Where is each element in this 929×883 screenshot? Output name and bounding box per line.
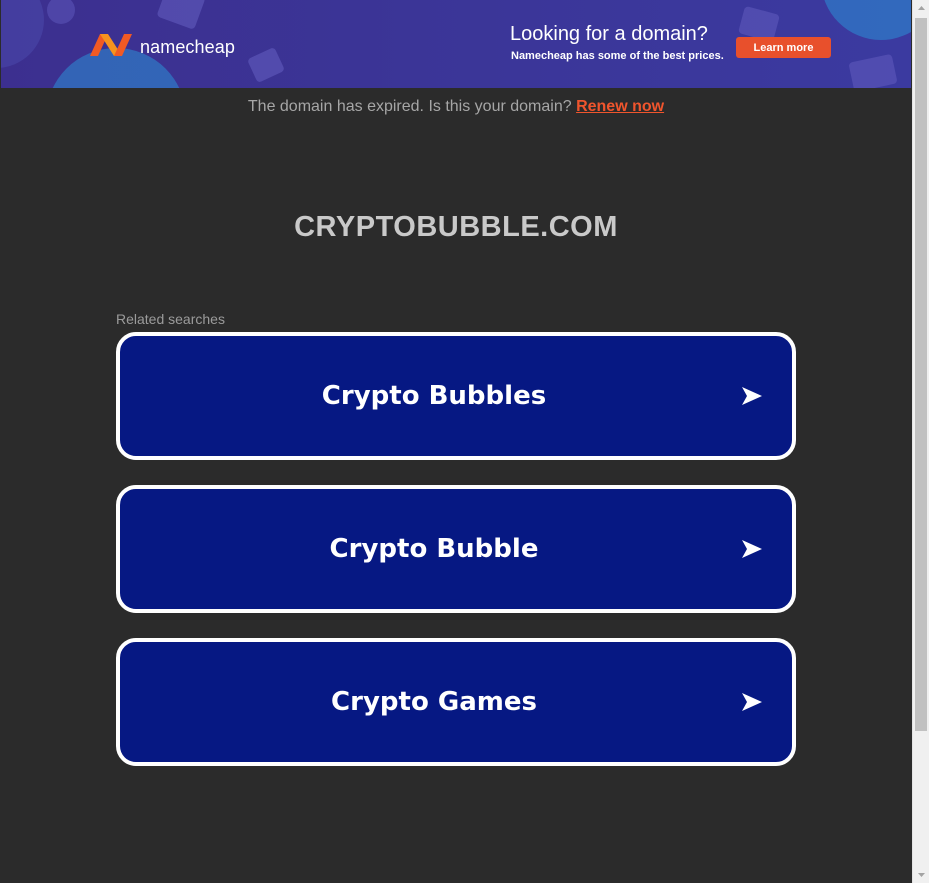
- page-title: CRYPTOBUBBLE.COM: [294, 211, 618, 243]
- expired-notice-text: The domain has expired. Is this your dom…: [247, 98, 572, 115]
- related-search-crypto-bubble[interactable]: Crypto Bubble: [116, 485, 796, 613]
- related-search-crypto-bubbles[interactable]: Crypto Bubbles: [116, 332, 796, 460]
- arrow-right-icon: [742, 387, 762, 405]
- arrow-right-icon: [742, 540, 762, 558]
- related-searches-list: Crypto Bubbles Crypto Bubble Crypto Game…: [116, 332, 796, 791]
- related-searches-label: Related searches: [116, 311, 225, 327]
- scroll-up-arrow-icon[interactable]: [913, 0, 929, 17]
- renew-now-link[interactable]: Renew now: [576, 98, 664, 115]
- parked-page: namecheap Looking for a domain? Namechea…: [0, 0, 912, 883]
- scroll-down-arrow-icon[interactable]: [913, 866, 929, 883]
- scrollbar-thumb[interactable]: [915, 18, 927, 731]
- related-search-crypto-games[interactable]: Crypto Games: [116, 638, 796, 766]
- ad-headline: Looking for a domain?: [510, 23, 708, 45]
- namecheap-n-logo-icon: [90, 34, 132, 56]
- vertical-scrollbar[interactable]: [912, 0, 929, 883]
- namecheap-ad-banner[interactable]: namecheap Looking for a domain? Namechea…: [1, 0, 911, 88]
- namecheap-brand-text: namecheap: [140, 37, 235, 57]
- arrow-right-icon: [742, 693, 762, 711]
- related-search-label: Crypto Games: [331, 687, 537, 717]
- ad-subline: Namecheap has some of the best prices.: [511, 50, 724, 62]
- domain-expired-notice: The domain has expired. Is this your dom…: [0, 98, 912, 116]
- related-search-label: Crypto Bubble: [329, 534, 539, 564]
- learn-more-button[interactable]: Learn more: [736, 37, 831, 58]
- related-search-label: Crypto Bubbles: [321, 381, 547, 411]
